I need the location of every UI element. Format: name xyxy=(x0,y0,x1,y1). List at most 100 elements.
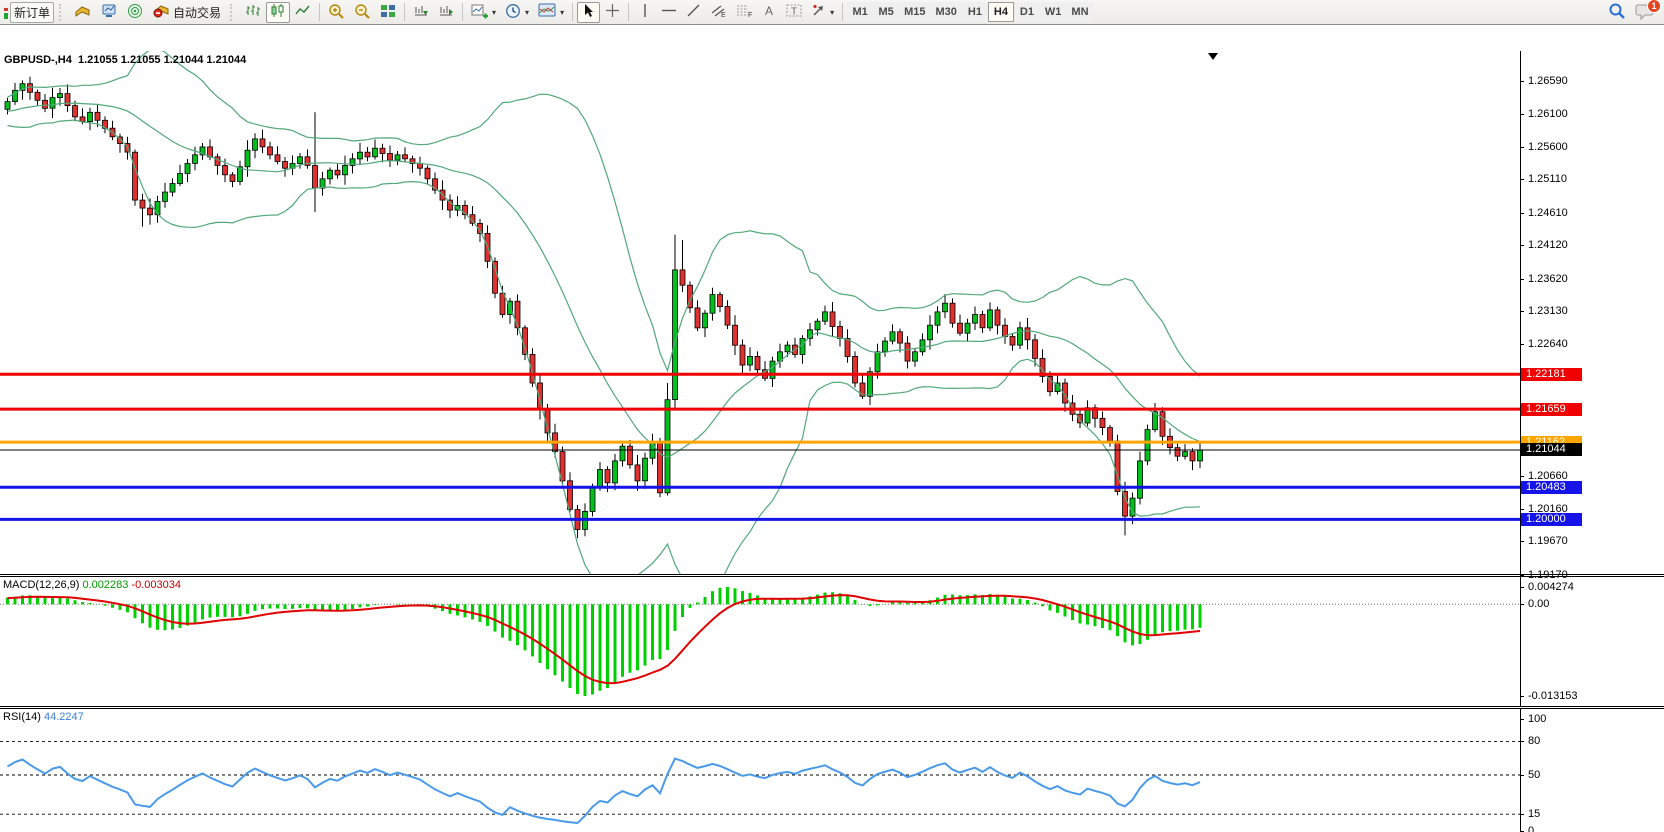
templates-button[interactable]: ▾ xyxy=(534,2,568,23)
zoom-in-icon xyxy=(328,3,345,22)
price-axis-tick xyxy=(1520,541,1524,542)
new-order-button[interactable]: 新订单 xyxy=(10,2,54,23)
crosshair-button[interactable] xyxy=(601,2,624,23)
vertical-line-icon xyxy=(639,3,651,21)
zoom-out-button[interactable] xyxy=(350,2,375,23)
equidistant-channel-icon: E xyxy=(710,3,727,21)
clock-icon xyxy=(505,3,521,22)
price-axis-label: 1.24120 xyxy=(1528,239,1568,251)
rsi-axis-label: 0 xyxy=(1528,825,1534,832)
price-axis-tick xyxy=(1520,147,1524,148)
timeframe-button-m30[interactable]: M30 xyxy=(931,2,962,22)
dropdown-caret-icon: ▾ xyxy=(830,8,834,17)
main-chart-canvas[interactable] xyxy=(0,51,1520,574)
rsi-axis-tick xyxy=(1520,719,1524,720)
price-axis-label: 1.22640 xyxy=(1528,338,1568,350)
trendline-button[interactable] xyxy=(682,2,705,23)
rsi-label: RSI(14) 44.2247 xyxy=(3,711,84,723)
price-axis-label: 1.19670 xyxy=(1528,535,1568,547)
candlestick-chart-icon xyxy=(270,3,286,21)
fibonacci-button[interactable]: F xyxy=(732,2,757,23)
equidistant-channel-button[interactable]: E xyxy=(706,2,731,23)
price-axis-label: 1.20660 xyxy=(1528,470,1568,482)
new-chart-icon xyxy=(74,3,91,21)
rsi-axis-label: 15 xyxy=(1528,808,1540,820)
chart-title: GBPUSD-,H4 1.21055 1.21055 1.21044 1.210… xyxy=(4,54,246,66)
fibonacci-icon: F xyxy=(736,3,753,21)
timeframe-button-h1[interactable]: H1 xyxy=(962,2,988,22)
toolbar-separator xyxy=(628,3,629,21)
rsi-panel-canvas[interactable] xyxy=(0,709,1520,832)
rsi-axis-label: 80 xyxy=(1528,735,1540,747)
macd-panel-canvas[interactable] xyxy=(0,577,1520,706)
horizontal-line-button[interactable] xyxy=(657,2,681,23)
timeframe-button-m5[interactable]: M5 xyxy=(873,2,899,22)
auto-scroll-icon xyxy=(413,3,429,21)
periods-button[interactable]: ▾ xyxy=(501,2,533,23)
zoom-out-icon xyxy=(354,3,371,22)
notifications-button[interactable]: 1 xyxy=(1635,1,1657,23)
bar-chart-button[interactable] xyxy=(241,2,265,23)
new-chart-button[interactable] xyxy=(70,2,95,23)
candlestick-chart-button[interactable] xyxy=(266,2,290,23)
trendline-icon xyxy=(686,3,701,21)
timeframe-group: M1M5M15M30H1H4D1W1MN xyxy=(847,2,1093,22)
zoom-in-button[interactable] xyxy=(324,2,349,23)
timeframe-button-m15[interactable]: M15 xyxy=(899,2,930,22)
price-axis-tick xyxy=(1520,179,1524,180)
cursor-button[interactable] xyxy=(577,2,600,23)
horizontal-line-icon xyxy=(661,3,677,21)
auto-trading-button[interactable]: 自动交易 xyxy=(149,2,225,23)
rsi-axis-tick xyxy=(1520,814,1524,815)
price-axis-label: 1.23130 xyxy=(1528,305,1568,317)
toolbar-right-group: 1 xyxy=(1605,1,1661,23)
timeframe-button-h4[interactable]: H4 xyxy=(988,2,1014,22)
chart-area: GBPUSD-,H4 1.21055 1.21055 1.21044 1.210… xyxy=(0,25,1664,832)
rsi-axis-label: 50 xyxy=(1528,769,1540,781)
panel-divider-rsi[interactable] xyxy=(0,706,1664,709)
search-button[interactable] xyxy=(1605,2,1629,23)
panel-divider-macd[interactable] xyxy=(0,574,1664,577)
tile-windows-button[interactable] xyxy=(376,2,400,23)
notification-badge: 1 xyxy=(1647,0,1661,13)
indicators-button[interactable]: ▾ xyxy=(467,2,500,23)
timeframe-button-mn[interactable]: MN xyxy=(1066,2,1093,22)
dropdown-caret-icon: ▾ xyxy=(492,8,496,17)
toolbar-separator xyxy=(319,3,320,21)
price-axis-label: 1.19170 xyxy=(1528,569,1568,581)
line-chart-button[interactable] xyxy=(291,2,315,23)
svg-text:E: E xyxy=(721,12,726,18)
toolbar-grip[interactable] xyxy=(59,4,66,21)
text-button[interactable]: A xyxy=(758,2,781,23)
rsi-name: RSI(14) xyxy=(3,711,41,723)
vertical-line-button[interactable] xyxy=(633,2,656,23)
bar-chart-icon xyxy=(245,3,261,21)
macd-label: MACD(12,26,9) 0.002283 -0.003034 xyxy=(3,579,181,591)
chart-shift-marker-icon[interactable] xyxy=(1208,53,1218,60)
price-badge-support: 1.20483 xyxy=(1521,481,1582,494)
timeframe-button-d1[interactable]: D1 xyxy=(1014,2,1040,22)
auto-trading-label: 自动交易 xyxy=(173,4,221,21)
timeframe-button-m1[interactable]: M1 xyxy=(847,2,873,22)
terminal-button[interactable] xyxy=(96,2,122,23)
price-axis-tick xyxy=(1520,509,1524,510)
toolbar-grip[interactable] xyxy=(230,4,237,21)
rsi-value: 44.2247 xyxy=(44,711,84,723)
timeframe-button-w1[interactable]: W1 xyxy=(1040,2,1067,22)
chart-title-ohlc: 1.21055 1.21055 1.21044 1.21044 xyxy=(78,54,246,66)
rsi-axis-tick xyxy=(1520,775,1524,776)
price-axis-label: 1.25600 xyxy=(1528,141,1568,153)
template-icon xyxy=(538,3,556,21)
arrows-button[interactable]: ▾ xyxy=(807,2,838,23)
signals-button[interactable] xyxy=(123,2,148,23)
price-axis-tick xyxy=(1520,81,1524,82)
text-label-button[interactable]: T xyxy=(782,2,806,23)
auto-scroll-button[interactable] xyxy=(409,2,433,23)
chart-shift-button[interactable] xyxy=(434,2,458,23)
price-axis-tick xyxy=(1520,245,1524,246)
signals-icon xyxy=(127,3,144,22)
toolbar-separator xyxy=(842,3,843,21)
svg-text:A: A xyxy=(765,4,773,18)
price-axis-label: 1.26590 xyxy=(1528,75,1568,87)
price-badge-current-price: 1.21044 xyxy=(1521,443,1582,456)
